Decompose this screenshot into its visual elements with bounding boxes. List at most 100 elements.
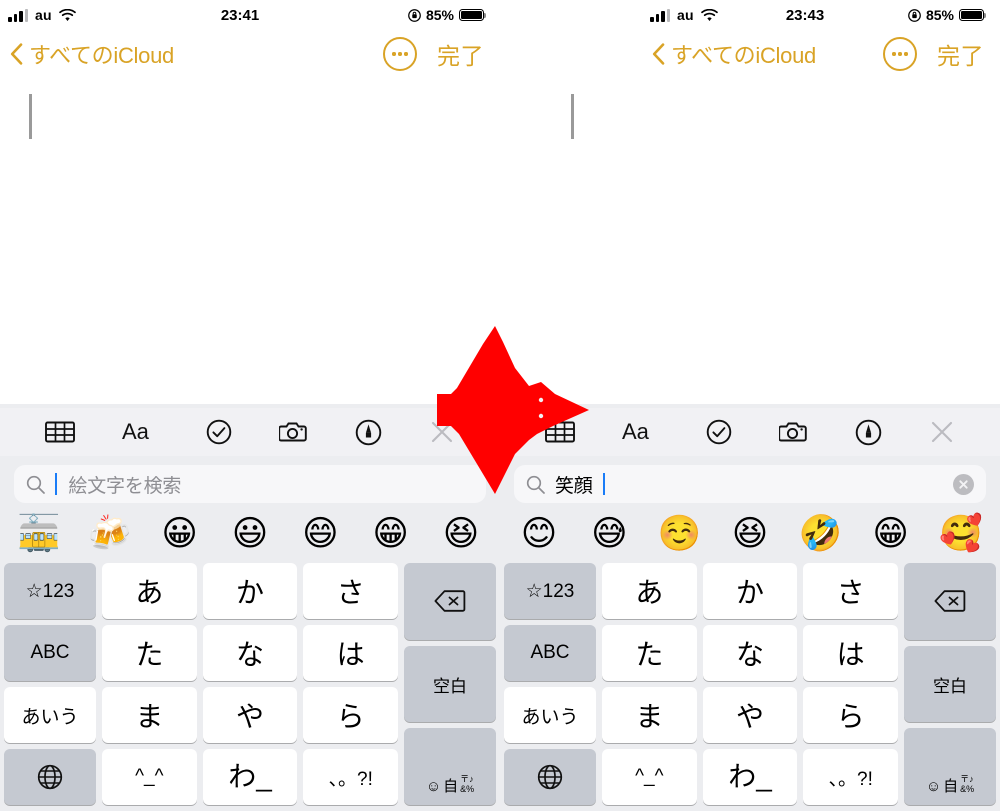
key-ra[interactable]: ら	[803, 687, 899, 743]
back-button[interactable]: すべてのiCloud	[652, 38, 816, 70]
key-sa[interactable]: さ	[803, 563, 899, 619]
smiley-glyph: ☺	[425, 778, 442, 796]
return-key-glyphs: ☺ 自 〒♪ &%	[925, 774, 974, 796]
clear-circle-icon[interactable]	[953, 473, 974, 495]
key-sa[interactable]: さ	[303, 563, 399, 619]
close-icon[interactable]	[929, 419, 955, 445]
key-ka[interactable]: か	[702, 563, 798, 619]
emoji-search-row: 絵文字を検索	[0, 456, 500, 509]
key-space[interactable]: 空白	[904, 645, 996, 723]
key-wa[interactable]: わ_	[202, 749, 298, 805]
svg-text:Aa: Aa	[122, 420, 150, 444]
battery-percent-label: 85%	[425, 7, 454, 23]
carrier-label: au	[677, 7, 694, 23]
emoji-suggestion[interactable]: 😆	[430, 516, 492, 552]
keyboard-right-column: 空白 ☺ 自 〒♪ &%	[404, 563, 496, 806]
note-editor-body[interactable]	[0, 94, 500, 394]
emoji-suggestion-row: 🚋 🍻 😀 😃 😄 😁 😆	[0, 509, 500, 563]
key-a[interactable]: あ	[102, 563, 197, 619]
key-ka[interactable]: か	[202, 563, 298, 619]
emoji-suggestion[interactable]: 🤣	[789, 516, 851, 552]
emoji-suggestion[interactable]: 😄	[289, 516, 351, 552]
table-icon[interactable]	[545, 420, 576, 444]
emoji-suggestion[interactable]: ☺️	[649, 516, 711, 552]
emoji-suggestion[interactable]: 🍻	[78, 516, 140, 552]
key-ha[interactable]: は	[303, 625, 399, 681]
emoji-suggestion[interactable]: 🥰	[930, 516, 992, 552]
key-ra[interactable]: ら	[303, 687, 399, 743]
key-ma[interactable]: ま	[102, 687, 197, 743]
cellular-signal-icon	[8, 8, 28, 22]
key-ya[interactable]: や	[202, 687, 298, 743]
key-kaomoji[interactable]: ^_^	[102, 749, 197, 805]
emoji-symbols-return-icon[interactable]: ☺ 自 〒♪ &%	[404, 728, 496, 806]
keyboard-row-1: あ か さ	[102, 563, 399, 619]
key-ta[interactable]: た	[602, 625, 697, 681]
emoji-search-field[interactable]: 笑顔	[514, 465, 986, 503]
keyboard-row-1: あ か さ	[602, 563, 899, 619]
key-ma[interactable]: ま	[602, 687, 697, 743]
key-aiu[interactable]: あいう	[504, 687, 596, 743]
kana-keyboard: ☆123 ABC あいう あ か さ た な は ま や ら ^_^ わ_ 、。…	[0, 563, 500, 811]
emoji-suggestion[interactable]: 😊	[508, 516, 570, 552]
done-button[interactable]: 完了	[937, 37, 984, 71]
key-abc[interactable]: ABC	[4, 625, 96, 681]
symbol-stack: 〒♪ &%	[460, 774, 475, 794]
emoji-suggestion[interactable]: 😁	[360, 516, 422, 552]
status-bar: au 23:41 85%	[0, 0, 500, 30]
screenshot-panel-left: au 23:41 85% すべてのiCloud 完了 Aa 絵文字を検索 🚋 🍻…	[0, 0, 500, 811]
emoji-symbols-return-icon[interactable]: ☺ 自 〒♪ &%	[904, 728, 996, 806]
emoji-suggestion[interactable]: 😆	[719, 516, 781, 552]
emoji-suggestion[interactable]: 😁	[860, 516, 922, 552]
key-a[interactable]: あ	[602, 563, 697, 619]
key-punctuation[interactable]: 、。?!	[803, 749, 899, 805]
camera-icon[interactable]	[278, 420, 309, 444]
close-icon[interactable]	[429, 419, 455, 445]
key-wa[interactable]: わ_	[702, 749, 798, 805]
emoji-suggestion[interactable]: 😃	[219, 516, 281, 552]
markup-pen-icon[interactable]	[855, 419, 882, 446]
done-button[interactable]: 完了	[437, 37, 484, 71]
key-aiu[interactable]: あいう	[4, 687, 96, 743]
key-ta[interactable]: た	[102, 625, 197, 681]
globe-icon[interactable]	[4, 749, 96, 805]
emoji-search-field[interactable]: 絵文字を検索	[14, 465, 486, 503]
wifi-icon	[58, 8, 76, 21]
more-ellipsis-icon[interactable]	[883, 37, 917, 71]
key-kaomoji[interactable]: ^_^	[602, 749, 697, 805]
checklist-icon[interactable]	[706, 419, 732, 445]
key-numeric-symbols[interactable]: ☆123	[504, 563, 596, 619]
search-input-value: 笑顔	[555, 475, 593, 497]
emoji-suggestion[interactable]: 😅	[578, 516, 640, 552]
key-punctuation[interactable]: 、。?!	[303, 749, 399, 805]
search-placeholder: 絵文字を検索	[68, 475, 182, 497]
key-abc[interactable]: ABC	[504, 625, 596, 681]
key-ya[interactable]: や	[702, 687, 798, 743]
markup-pen-icon[interactable]	[355, 419, 382, 446]
text-format-icon[interactable]: Aa	[122, 420, 160, 444]
key-na[interactable]: な	[702, 625, 798, 681]
key-na[interactable]: な	[202, 625, 298, 681]
note-editor-body[interactable]	[500, 94, 1000, 394]
back-button[interactable]: すべてのiCloud	[10, 38, 174, 70]
globe-icon[interactable]	[504, 749, 596, 805]
keyboard-row-2: た な は	[102, 625, 399, 681]
key-ha[interactable]: は	[803, 625, 899, 681]
key-space[interactable]: 空白	[404, 645, 496, 723]
table-icon[interactable]	[45, 420, 76, 444]
nav-right-group: 完了	[883, 37, 984, 71]
delete-icon[interactable]	[904, 563, 996, 640]
smiley-glyph: ☺	[925, 778, 942, 796]
emoji-suggestion[interactable]: 😀	[149, 516, 211, 552]
emoji-suggestion[interactable]: 🚋	[8, 516, 70, 552]
delete-icon[interactable]	[404, 563, 496, 640]
text-format-icon[interactable]: Aa	[622, 420, 660, 444]
rotation-lock-icon	[408, 8, 421, 22]
camera-icon[interactable]	[778, 420, 809, 444]
kanji-glyph: 自	[443, 778, 459, 796]
key-numeric-symbols[interactable]: ☆123	[4, 563, 96, 619]
kanji-glyph: 自	[943, 778, 959, 796]
more-ellipsis-icon[interactable]	[383, 37, 417, 71]
wifi-icon	[700, 8, 718, 21]
checklist-icon[interactable]	[206, 419, 232, 445]
